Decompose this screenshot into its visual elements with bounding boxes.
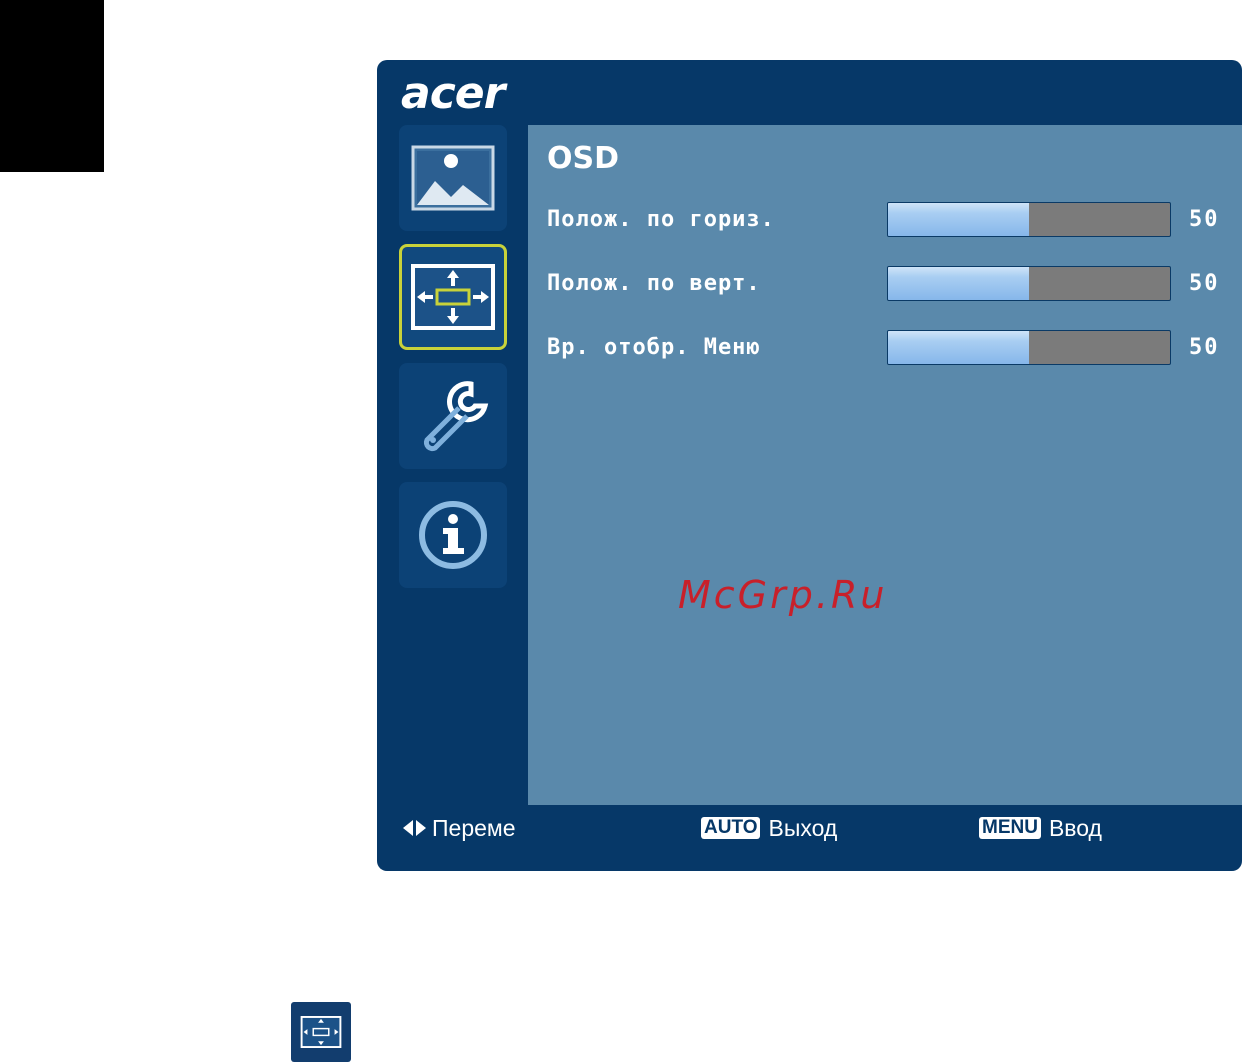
setting-value: 50 [1189,271,1220,296]
level-slider[interactable] [887,202,1171,237]
acer-logo: acer [401,68,505,119]
exit-hint: AUTO Выход [701,805,837,851]
setting-row-vertical-position[interactable]: Полож. по верт. 50 [528,266,1242,302]
nav-information-button[interactable] [399,482,507,588]
level-slider[interactable] [887,330,1171,365]
setting-label: Вр. отобр. Меню [547,335,761,360]
level-fill [888,267,1029,300]
key-hints-bar: Переме AUTO Выход MENU Ввод [377,805,1242,871]
page-title: OSD [547,141,620,176]
nav-osd-position-button[interactable] [399,244,507,350]
nav-settings-button[interactable] [399,363,507,469]
auto-key-badge: AUTO [701,817,761,839]
setting-row-menu-timeout[interactable]: Вр. отобр. Меню 50 [528,330,1242,366]
setting-label: Полож. по верт. [547,271,761,296]
level-fill [888,331,1029,364]
enter-hint: MENU Ввод [979,805,1102,851]
picture-icon [411,145,495,211]
setting-value: 50 [1189,207,1220,232]
wrench-icon [423,381,489,452]
level-fill [888,203,1029,236]
move-label: Переме [432,814,516,841]
watermark-text: McGrp.Ru [678,573,888,617]
enter-label: Ввод [1048,814,1102,841]
left-right-arrows-icon [403,820,426,836]
nav-picture-button[interactable] [399,125,507,231]
menu-key-badge: MENU [979,817,1041,839]
black-page-tab [0,0,104,172]
osd-content-panel: OSD Полож. по гориз. 50 Полож. по верт. … [528,125,1242,805]
move-hint: Переме [403,805,516,851]
osd-position-icon [411,264,495,330]
setting-label: Полож. по гориз. [547,207,775,232]
setting-row-horizontal-position[interactable]: Полож. по гориз. 50 [528,202,1242,238]
exit-label: Выход [768,814,838,841]
setting-value: 50 [1189,335,1220,360]
osd-menu: acer OSD Полож. по гориз. 50 Полож. по в… [377,60,1242,871]
level-slider[interactable] [887,266,1171,301]
info-icon [419,501,487,569]
osd-position-small-icon [291,1002,351,1062]
